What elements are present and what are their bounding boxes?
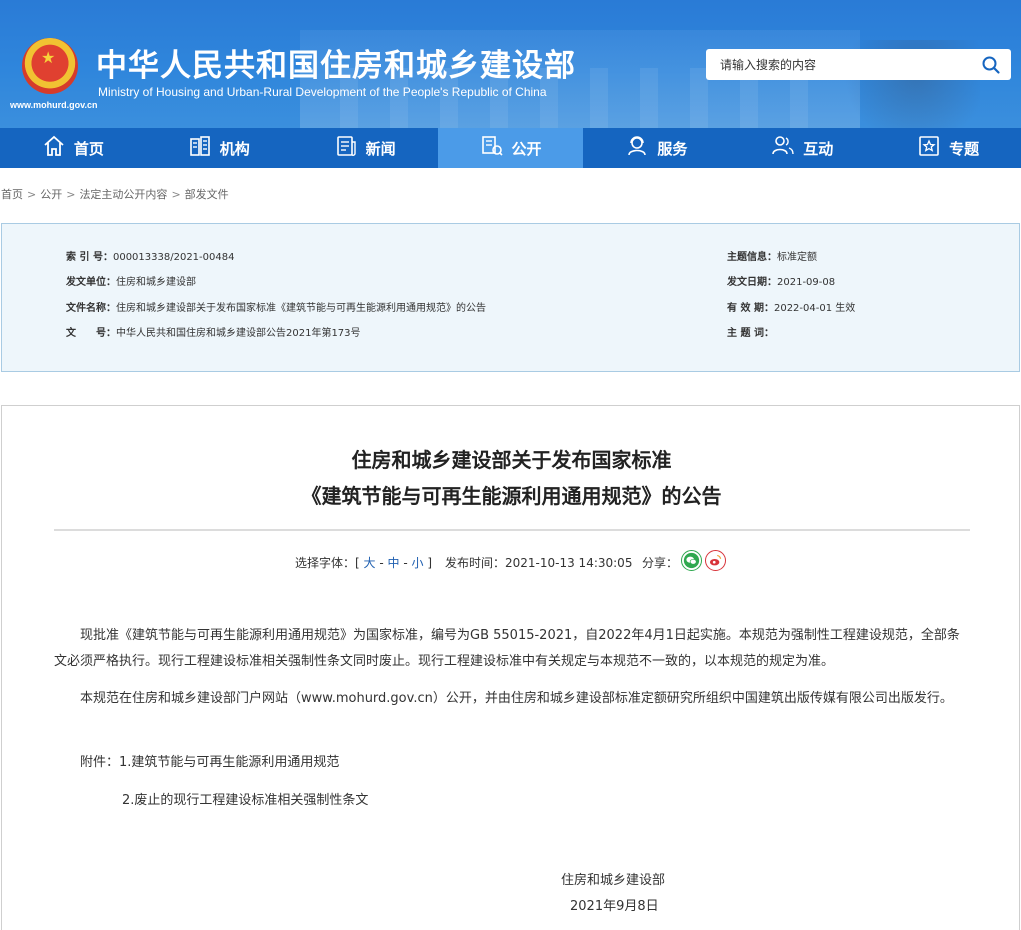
font-size-medium[interactable]: 中 — [388, 556, 400, 570]
breadcrumb-statutory-disclosure[interactable]: 法定主动公开内容 — [79, 188, 167, 201]
article-title-line-1: 住房和城乡建设部关于发布国家标准 — [351, 448, 672, 472]
search-box — [706, 49, 1011, 80]
breadcrumb-ministry-documents[interactable]: 部发文件 — [185, 188, 229, 201]
publish-time: 发布时间：2021-10-13 14:30:05 — [445, 556, 633, 570]
nav-item-organization[interactable]: 机构 — [146, 128, 292, 168]
nav-item-topic[interactable]: 专题 — [875, 128, 1021, 168]
nav-item-label: 机构 — [219, 139, 250, 158]
nav-item-interact[interactable]: 互动 — [729, 128, 875, 168]
info-filename: 文件名称：住房和城乡建设部关于发布国家标准《建筑节能与可再生能源利用通用规范》的… — [66, 303, 486, 314]
service-icon — [625, 134, 649, 162]
info-topic: 主题信息：标准定额 — [727, 252, 817, 263]
building-icon — [188, 134, 212, 162]
search-input[interactable] — [706, 49, 968, 80]
site-subtitle: Ministry of Housing and Urban-Rural Deve… — [98, 85, 547, 99]
font-size-small[interactable]: 小 — [412, 556, 424, 570]
public-icon — [480, 134, 504, 162]
article-title-line-2: 《建筑节能与可再生能源利用通用规范》的公告 — [301, 484, 722, 508]
nav-item-label: 服务 — [657, 139, 688, 158]
wechat-share-icon[interactable] — [681, 550, 702, 571]
main-nav: 首页 机构 新闻 公开 服务 互动 专题 — [0, 128, 1021, 168]
nav-item-news[interactable]: 新闻 — [292, 128, 438, 168]
info-validity: 有 效 期：2022-04-01 生效 — [727, 303, 856, 314]
title-divider — [54, 529, 970, 531]
article-panel: 住房和城乡建设部关于发布国家标准 《建筑节能与可再生能源利用通用规范》的公告 选… — [1, 405, 1020, 930]
site-title: 中华人民共和国住房和城乡建设部 — [96, 48, 576, 84]
info-keywords: 主 题 词： — [727, 328, 774, 339]
info-issuer: 发文单位：住房和城乡建设部 — [66, 277, 196, 288]
info-index: 索 引 号：000013338/2021-00484 — [66, 252, 235, 263]
nav-item-label: 互动 — [803, 139, 834, 158]
article-paragraph-1: 现批准《建筑节能与可再生能源利用通用规范》为国家标准，编号为GB 55015-2… — [54, 628, 960, 669]
font-size-large[interactable]: 大 — [364, 556, 376, 570]
site-header: ★ 中华人民共和国住房和城乡建设部 Ministry of Housing an… — [0, 0, 1021, 128]
national-emblem-icon: ★ — [22, 38, 78, 94]
nav-item-home[interactable]: 首页 — [0, 128, 146, 168]
article-attachment-2: 2.废止的现行工程建设标准相关强制性条文 — [122, 793, 369, 808]
article-attachment-1: 附件：1.建筑节能与可再生能源利用通用规范 — [80, 755, 340, 770]
info-document-number: 文 号：中华人民共和国住房和城乡建设部公告2021年第173号 — [66, 328, 361, 339]
article-meta: 选择字体：[ 大 - 中 - 小 ] 发布时间：2021-10-13 14:30… — [2, 550, 1021, 574]
font-size-selector: 选择字体：[ 大 - 中 - 小 ] — [295, 556, 433, 570]
interact-icon — [771, 134, 795, 162]
nav-item-label: 专题 — [949, 139, 980, 158]
info-issue-date: 发文日期：2021-09-08 — [727, 277, 836, 288]
share-label: 分享： — [642, 556, 679, 570]
breadcrumb-home[interactable]: 首页 — [1, 188, 23, 201]
document-info-box: 索 引 号：000013338/2021-00484 发文单位：住房和城乡建设部… — [1, 223, 1020, 372]
weibo-share-icon[interactable] — [705, 550, 726, 571]
nav-item-service[interactable]: 服务 — [583, 128, 729, 168]
nav-item-label: 新闻 — [365, 139, 396, 158]
site-url: www.mohurd.gov.cn — [10, 100, 98, 110]
breadcrumb-public[interactable]: 公开 — [40, 188, 62, 201]
home-icon — [42, 134, 66, 162]
article-paragraph-2: 本规范在住房和城乡建设部门户网站（www.mohurd.gov.cn）公开，并由… — [80, 691, 953, 706]
news-icon — [334, 134, 358, 162]
article-sign-date: 2021年9月8日 — [570, 899, 659, 914]
nav-item-public[interactable]: 公开 — [437, 128, 584, 168]
topic-icon — [917, 134, 941, 162]
article-signer: 住房和城乡建设部 — [561, 873, 666, 888]
breadcrumb: 首页 > 公开 > 法定主动公开内容 > 部发文件 — [1, 188, 229, 201]
search-icon[interactable] — [981, 55, 1001, 75]
nav-item-label: 首页 — [73, 139, 104, 158]
nav-item-label: 公开 — [511, 139, 542, 158]
